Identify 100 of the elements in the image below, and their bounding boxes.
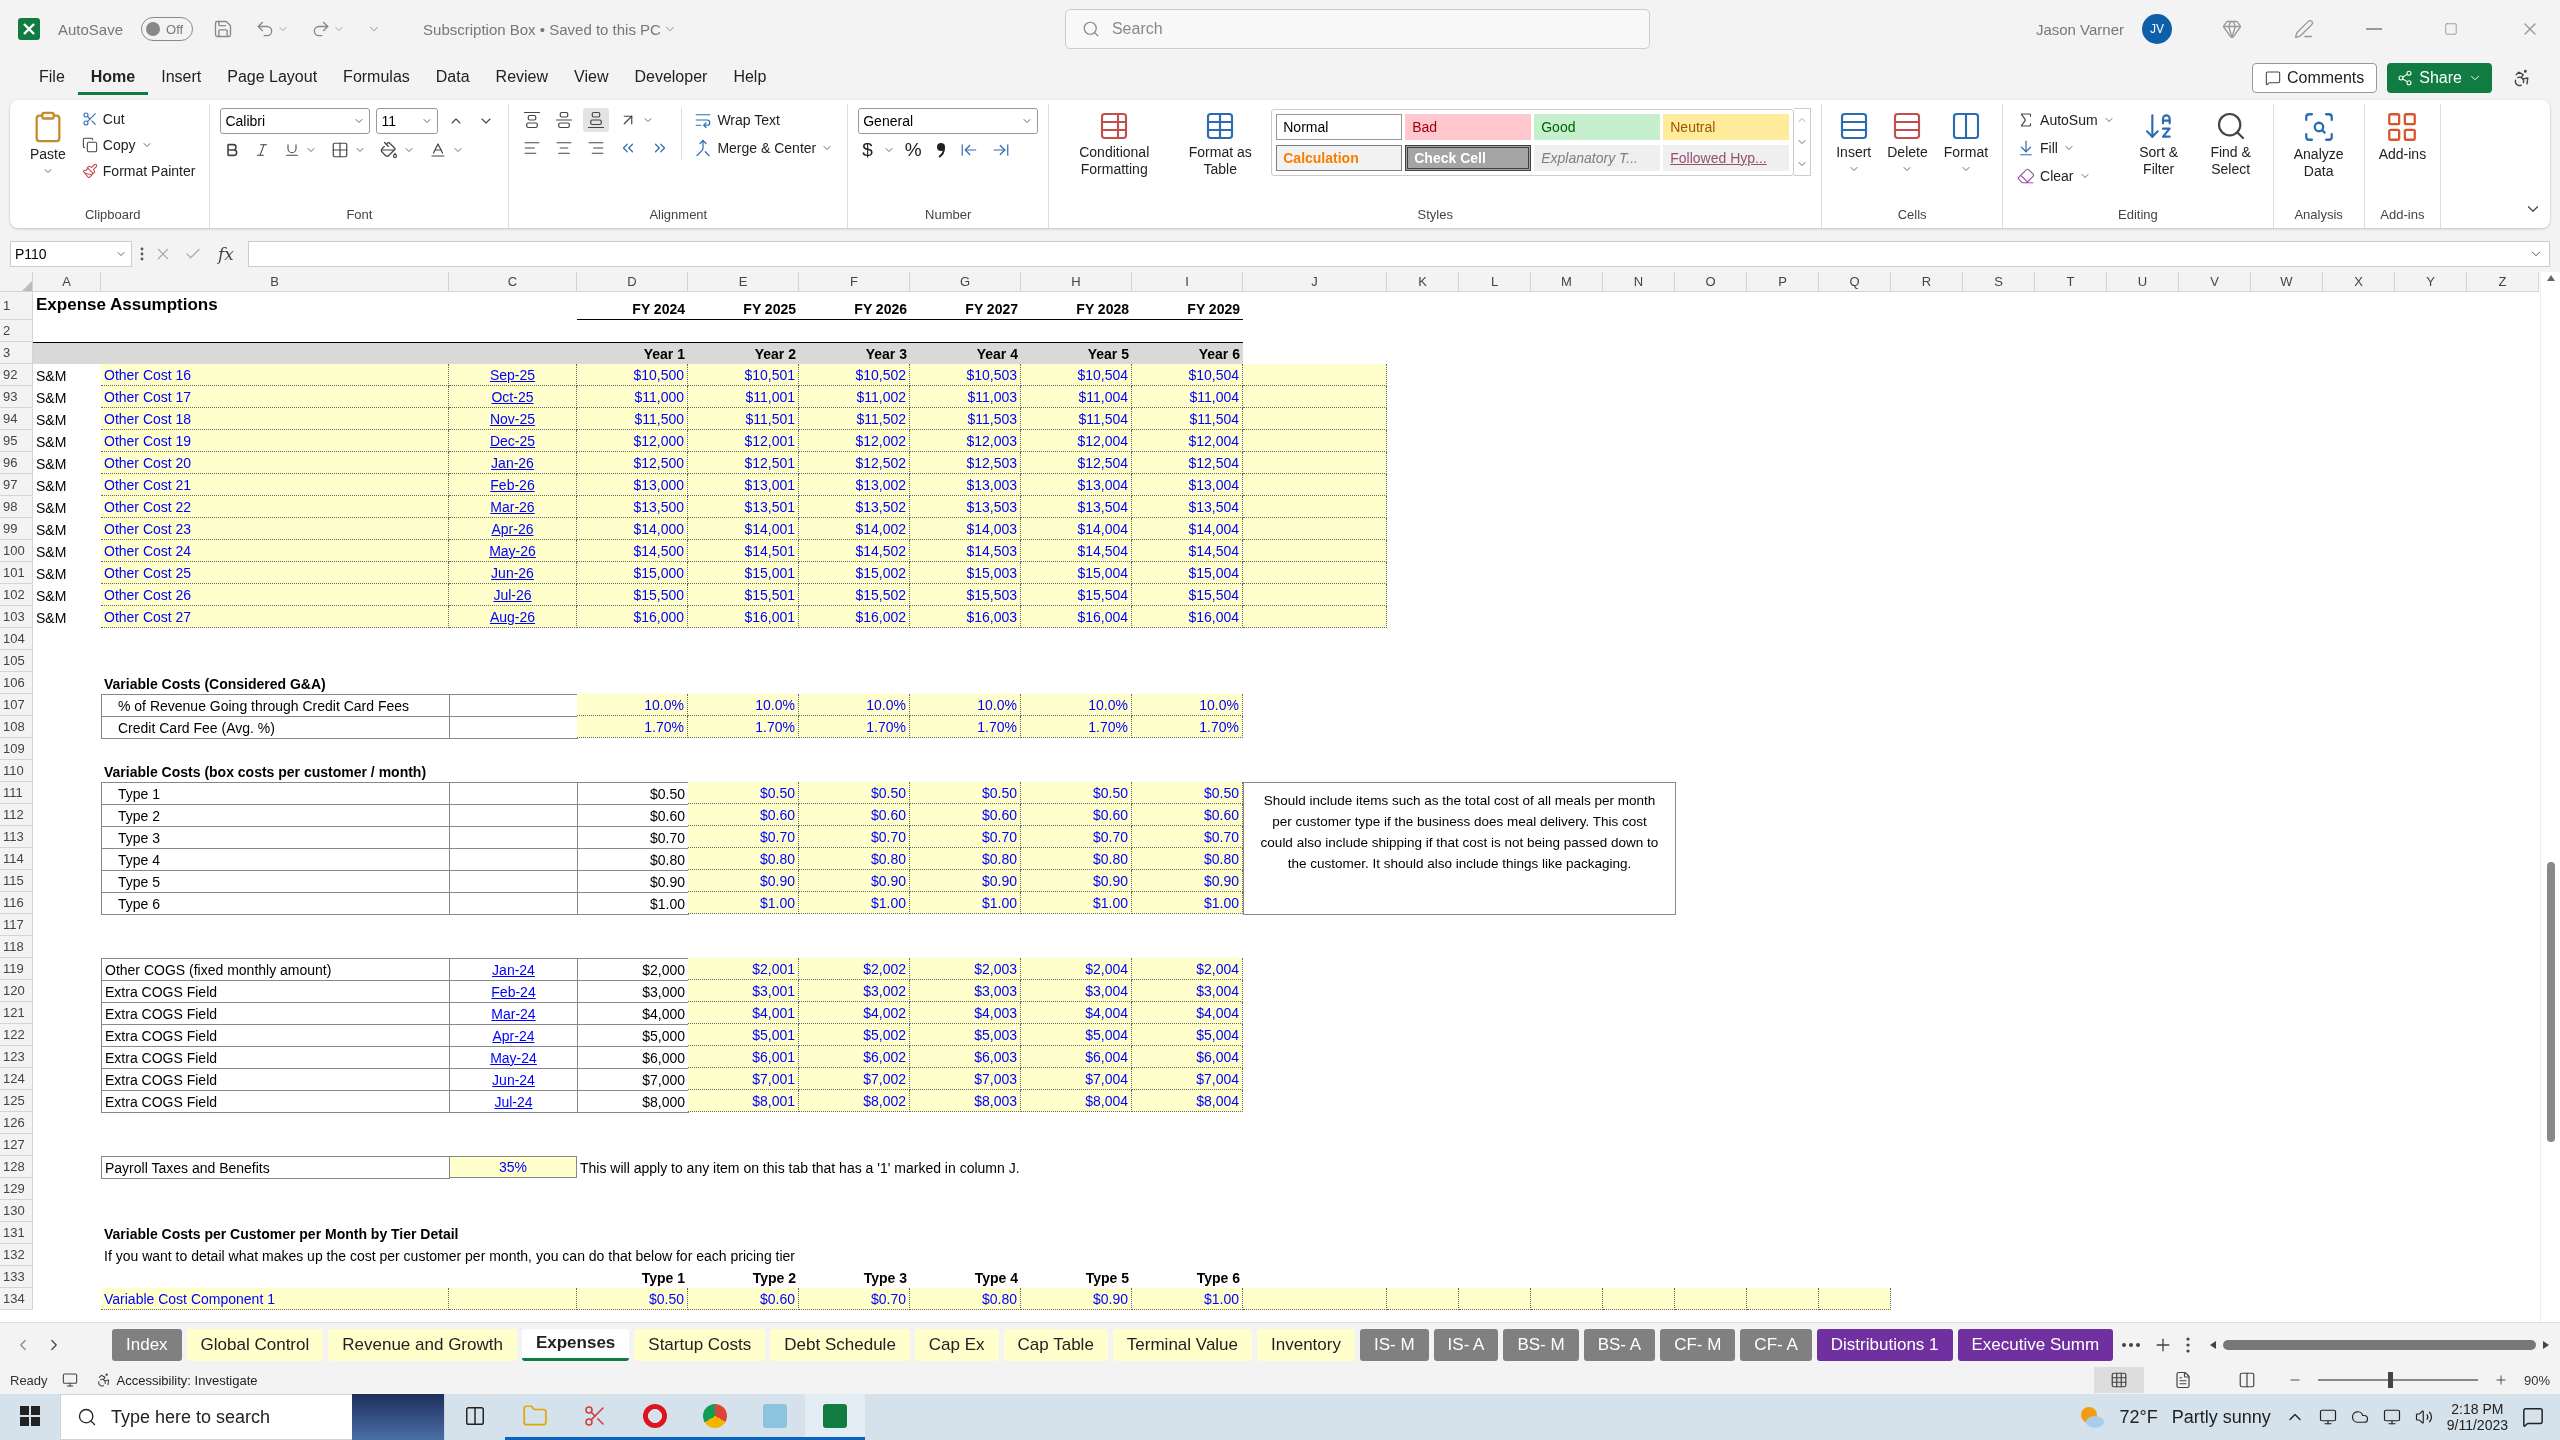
- row-number[interactable]: 134: [0, 1288, 33, 1310]
- row-number[interactable]: 95: [0, 430, 33, 452]
- row-number[interactable]: 109: [0, 738, 33, 760]
- format-painter-button[interactable]: Format Painter: [77, 160, 200, 182]
- ribbon-tab[interactable]: Help: [720, 61, 780, 95]
- sheet-tab[interactable]: IS- M: [1359, 1328, 1429, 1361]
- column-header[interactable]: G: [910, 272, 1021, 292]
- row-number[interactable]: 125: [0, 1090, 33, 1112]
- row-number[interactable]: 122: [0, 1024, 33, 1046]
- user-avatar[interactable]: JV: [2142, 14, 2172, 44]
- column-header[interactable]: U: [2107, 272, 2179, 292]
- column-header[interactable]: N: [1603, 272, 1675, 292]
- clear-button[interactable]: Clear: [2013, 164, 2119, 188]
- accessibility-button[interactable]: Accessibility: Investigate: [91, 1369, 262, 1391]
- sheet-tab[interactable]: IS- A: [1433, 1328, 1499, 1361]
- row-number[interactable]: 114: [0, 848, 33, 870]
- normal-view-button[interactable]: [2093, 1367, 2144, 1393]
- sheet-tab[interactable]: Expenses: [521, 1328, 630, 1361]
- row-number[interactable]: 131: [0, 1222, 33, 1244]
- taskbar-search-field[interactable]: Type here to search: [60, 1394, 445, 1440]
- row-number[interactable]: 121: [0, 1002, 33, 1024]
- row-number[interactable]: 118: [0, 936, 33, 958]
- sheet-tab[interactable]: BS- A: [1583, 1328, 1656, 1361]
- clock[interactable]: 2:18 PM 9/11/2023: [2446, 1401, 2508, 1433]
- cell-style-option[interactable]: Normal: [1276, 113, 1403, 140]
- row-number[interactable]: 3: [0, 342, 33, 364]
- row-number[interactable]: 104: [0, 628, 33, 650]
- scrollbar-thumb[interactable]: [2546, 862, 2555, 1142]
- cell-style-option[interactable]: Followed Hyp...: [1663, 144, 1790, 171]
- column-header[interactable]: B: [101, 272, 449, 292]
- cell-style-option[interactable]: Explanatory T...: [1534, 144, 1661, 171]
- row-number[interactable]: 124: [0, 1068, 33, 1090]
- cut-button[interactable]: Cut: [77, 108, 200, 130]
- sheet-tab[interactable]: Global Control: [186, 1328, 324, 1361]
- insert-cells-button[interactable]: Insert: [1832, 108, 1876, 177]
- column-header[interactable]: D: [577, 272, 688, 292]
- copy-button[interactable]: Copy: [77, 134, 200, 156]
- column-header[interactable]: S: [1963, 272, 2035, 292]
- row-number[interactable]: 128: [0, 1156, 33, 1178]
- ribbon-tab[interactable]: Page Layout: [214, 61, 331, 95]
- paste-button[interactable]: Paste: [26, 108, 70, 179]
- pen-button[interactable]: [2292, 17, 2316, 41]
- sheet-tab[interactable]: Startup Costs: [634, 1328, 766, 1361]
- sheet-tab[interactable]: Terminal Value: [1112, 1328, 1253, 1361]
- row-number[interactable]: 94: [0, 408, 33, 430]
- percent-button[interactable]: %: [900, 139, 926, 161]
- delete-cells-button[interactable]: Delete: [1883, 108, 1932, 177]
- row-number[interactable]: 102: [0, 584, 33, 606]
- format-cells-button[interactable]: Format: [1939, 108, 1993, 177]
- wrap-text-button[interactable]: Wrap Text: [690, 108, 838, 132]
- add-ins-button[interactable]: Add-ins: [2374, 108, 2431, 165]
- row-number[interactable]: 133: [0, 1266, 33, 1288]
- sheet-tab[interactable]: Revenue and Growth: [328, 1328, 517, 1361]
- name-box[interactable]: P110: [10, 241, 132, 267]
- row-number[interactable]: 103: [0, 606, 33, 628]
- font-name-dropdown[interactable]: Calibri: [220, 108, 371, 134]
- row-number[interactable]: 123: [0, 1046, 33, 1068]
- column-header[interactable]: C: [449, 272, 577, 292]
- fill-button[interactable]: Fill: [2013, 136, 2119, 160]
- column-header[interactable]: A: [33, 272, 101, 292]
- row-number[interactable]: 108: [0, 716, 33, 738]
- row-number[interactable]: 105: [0, 650, 33, 672]
- column-header[interactable]: J: [1243, 272, 1387, 292]
- ribbon-tab[interactable]: Review: [482, 61, 562, 95]
- find-select-button[interactable]: Find & Select: [2198, 108, 2263, 180]
- column-header[interactable]: X: [2323, 272, 2395, 292]
- sheet-tab[interactable]: Debt Schedule: [770, 1328, 910, 1361]
- row-number[interactable]: 127: [0, 1134, 33, 1156]
- row-number[interactable]: 99: [0, 518, 33, 540]
- sheet-tab[interactable]: Inventory: [1257, 1328, 1355, 1361]
- row-number[interactable]: 115: [0, 870, 33, 892]
- sheet-tab[interactable]: Distributions 1: [1816, 1328, 1953, 1361]
- row-number[interactable]: 129: [0, 1178, 33, 1200]
- horizontal-scrollbar[interactable]: [2209, 1337, 2550, 1352]
- row-number[interactable]: 113: [0, 826, 33, 848]
- ribbon-tab[interactable]: Data: [422, 61, 483, 95]
- sheet-tab[interactable]: CF- A: [1740, 1328, 1812, 1361]
- row-number[interactable]: 130: [0, 1200, 33, 1222]
- comments-button[interactable]: Comments: [2251, 63, 2378, 93]
- sheet-tab[interactable]: CF- M: [1660, 1328, 1736, 1361]
- taskbar-app[interactable]: [805, 1394, 865, 1440]
- sheet-tab[interactable]: Cap Ex: [914, 1328, 999, 1361]
- row-number[interactable]: 111: [0, 782, 33, 804]
- column-header[interactable]: W: [2251, 272, 2323, 292]
- ribbon-tab[interactable]: Developer: [621, 61, 721, 95]
- merge-center-button[interactable]: Merge & Center: [690, 136, 838, 160]
- analyze-data-button[interactable]: Analyze Data: [2283, 108, 2354, 182]
- column-header[interactable]: H: [1021, 272, 1132, 292]
- ribbon-tab[interactable]: Formulas: [330, 61, 423, 95]
- row-number[interactable]: 93: [0, 386, 33, 408]
- share-button[interactable]: Share: [2387, 63, 2492, 93]
- row-number[interactable]: 98: [0, 496, 33, 518]
- sheet-tab[interactable]: Executive Summ: [1957, 1328, 2114, 1361]
- cell-style-option[interactable]: Good: [1534, 113, 1661, 140]
- cell-style-option[interactable]: Neutral: [1663, 113, 1790, 140]
- column-header[interactable]: Y: [2395, 272, 2467, 292]
- column-header[interactable]: E: [688, 272, 799, 292]
- column-header[interactable]: Z: [2467, 272, 2539, 292]
- ribbon-tab[interactable]: File: [26, 61, 78, 95]
- column-header[interactable]: O: [1675, 272, 1747, 292]
